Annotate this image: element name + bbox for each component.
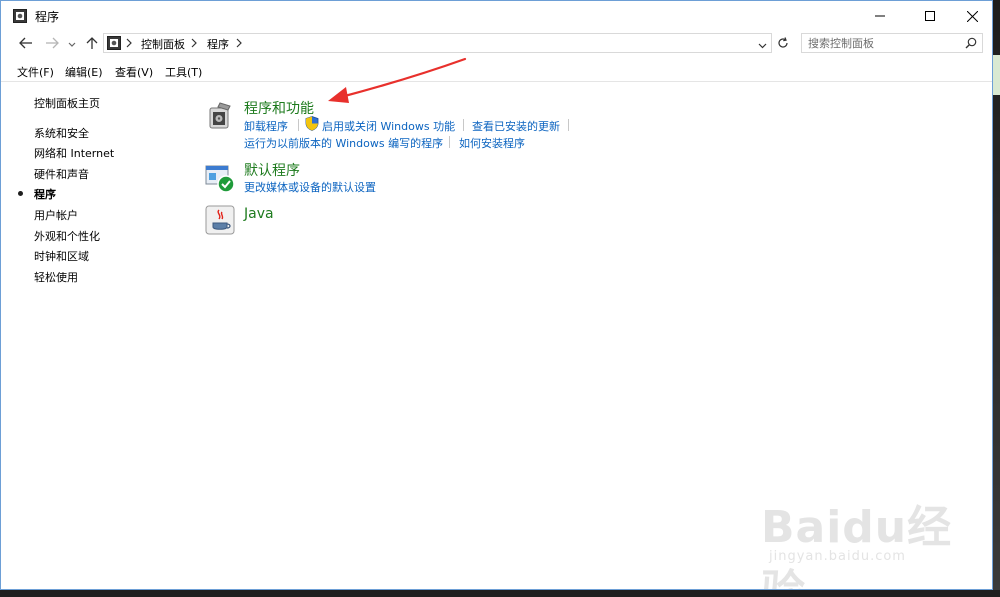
window-title: 程序 [35, 10, 60, 24]
refresh-button[interactable] [773, 34, 793, 54]
link-change-media-defaults[interactable]: 更改媒体或设备的默认设置 [244, 179, 376, 195]
link-windows-features[interactable]: 启用或关闭 Windows 功能 [322, 118, 455, 134]
breadcrumb-control-panel[interactable]: 控制面板 [141, 36, 185, 52]
address-bar[interactable]: 控制面板 程序 [103, 33, 772, 53]
chevron-right-icon[interactable] [191, 37, 197, 51]
search-icon[interactable] [965, 37, 977, 52]
close-icon [966, 10, 978, 22]
maximize-icon [925, 11, 935, 21]
search-input[interactable] [808, 35, 958, 51]
category-title-java[interactable]: Java [244, 206, 274, 222]
control-panel-window: 程序 控制面板 程序 搜索控制面板 文件(F) 编辑(E) 查看(V) 工具(T… [0, 0, 993, 590]
baidu-watermark: Baidu经验 jingyan.baidu.com [761, 491, 992, 589]
sidebar-item-clock-region[interactable]: 时钟和区域 [34, 248, 89, 264]
close-button[interactable] [949, 1, 992, 31]
arrow-right-icon [45, 37, 59, 52]
watermark-brand: Baidu经验 [761, 502, 953, 589]
desktop-background-strip [993, 0, 1000, 597]
control-panel-icon [13, 9, 27, 23]
link-uninstall-program[interactable]: 卸载程序 [244, 118, 288, 134]
title-bar[interactable]: 程序 [1, 1, 992, 31]
programs-features-icon[interactable] [204, 100, 236, 132]
uac-shield-icon [305, 116, 319, 134]
sidebar-item-ease-of-access[interactable]: 轻松使用 [34, 269, 78, 285]
sidebar-item-hardware-sound[interactable]: 硬件和声音 [34, 166, 89, 182]
menu-file[interactable]: 文件(F) [17, 64, 54, 80]
java-icon[interactable] [204, 204, 236, 236]
menu-tools[interactable]: 工具(T) [165, 64, 202, 80]
arrow-up-icon [86, 36, 98, 53]
up-button[interactable] [83, 34, 101, 54]
link-installed-updates[interactable]: 查看已安装的更新 [472, 118, 560, 134]
search-box[interactable] [801, 33, 983, 53]
active-bullet-icon [18, 191, 23, 196]
menu-view[interactable]: 查看(V) [115, 64, 153, 80]
sidebar-item-network[interactable]: 网络和 Internet [34, 145, 114, 161]
forward-button[interactable] [41, 34, 63, 54]
category-title-programs-features[interactable]: 程序和功能 [244, 98, 314, 118]
link-separator [449, 136, 450, 148]
link-separator [298, 119, 299, 131]
chevron-right-icon[interactable] [236, 37, 242, 51]
link-separator [463, 119, 464, 131]
menu-edit[interactable]: 编辑(E) [65, 64, 103, 80]
sidebar-item-home[interactable]: 控制面板主页 [34, 95, 100, 111]
sidebar-item-programs[interactable]: 程序 [34, 186, 56, 202]
sidebar-item-appearance[interactable]: 外观和个性化 [34, 228, 100, 244]
link-compatibility[interactable]: 运行为以前版本的 Windows 编写的程序 [244, 135, 443, 151]
category-title-default-programs[interactable]: 默认程序 [244, 160, 300, 180]
chevron-right-icon[interactable] [126, 37, 132, 51]
back-button[interactable] [15, 34, 37, 54]
taskbar-edge [0, 590, 1000, 597]
link-how-to-install[interactable]: 如何安装程序 [459, 135, 525, 151]
refresh-icon [777, 36, 789, 52]
sidebar-item-system-security[interactable]: 系统和安全 [34, 125, 89, 141]
control-panel-icon [107, 36, 121, 53]
arrow-left-icon [19, 37, 33, 52]
sidebar-item-user-accounts[interactable]: 用户帐户 [34, 207, 78, 223]
annotation-arrow [328, 57, 467, 103]
maximize-button[interactable] [907, 1, 953, 31]
watermark-site: jingyan.baidu.com [769, 549, 906, 564]
minimize-icon [875, 11, 885, 21]
navigation-row: 控制面板 程序 [1, 31, 992, 57]
link-separator [568, 119, 569, 131]
minimize-button[interactable] [857, 1, 903, 31]
breadcrumb-programs[interactable]: 程序 [207, 36, 229, 52]
default-programs-icon[interactable] [204, 162, 236, 194]
menu-bar: 文件(F) 编辑(E) 查看(V) 工具(T) [1, 61, 992, 82]
chevron-down-icon [68, 37, 76, 51]
address-dropdown-icon[interactable] [758, 38, 767, 52]
recent-locations-button[interactable] [65, 34, 79, 54]
